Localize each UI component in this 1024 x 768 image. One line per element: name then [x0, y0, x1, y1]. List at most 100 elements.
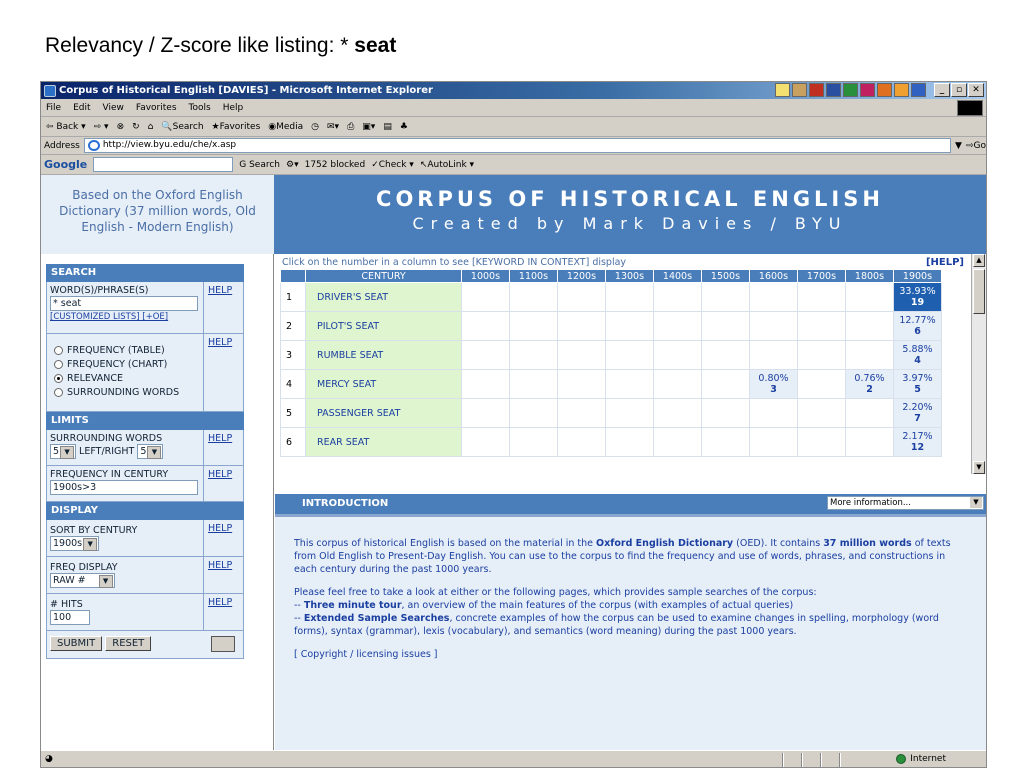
- century-cell: [605, 427, 654, 457]
- results-table: CENTURY 1000s 1100s 1200s 1300s 1400s 1500s 160…: [280, 269, 942, 457]
- taskbar-tray: [775, 83, 926, 97]
- cell-count-link[interactable]: 2: [846, 384, 893, 395]
- cell-count-link[interactable]: 7: [894, 413, 941, 424]
- popup-blocked-counter[interactable]: 1752 blocked: [305, 160, 366, 170]
- copyright-link[interactable]: [ Copyright / licensing issues ]: [294, 648, 966, 661]
- menu-view[interactable]: View: [103, 103, 124, 113]
- century-cell[interactable]: 33.93% 19: [893, 282, 942, 312]
- menu-tools[interactable]: Tools: [189, 103, 211, 113]
- scroll-thumb[interactable]: [973, 269, 985, 314]
- search-button[interactable]: 🔍Search: [161, 122, 203, 132]
- radio-button-checked[interactable]: [54, 373, 63, 383]
- radio-button[interactable]: [54, 387, 63, 397]
- results-help-link[interactable]: [HELP]: [926, 257, 964, 268]
- minimize-button[interactable]: _: [934, 83, 950, 97]
- scroll-down-arrow[interactable]: ▼: [973, 461, 985, 474]
- cell-count-link[interactable]: 19: [894, 297, 941, 308]
- word-icon[interactable]: [826, 83, 841, 97]
- menu-file[interactable]: File: [46, 103, 61, 113]
- century-cell[interactable]: 2.17% 12: [893, 427, 942, 457]
- century-cell[interactable]: 3.97% 5: [893, 369, 942, 399]
- menu-edit[interactable]: Edit: [73, 103, 90, 113]
- browser-window: Corpus of Historical English [DAVIES] - …: [40, 81, 987, 768]
- century-cell: [461, 369, 510, 399]
- three-minute-tour-link[interactable]: Three minute tour: [304, 600, 402, 611]
- maximize-button[interactable]: ▫: [951, 83, 967, 97]
- century-cell[interactable]: 12.77% 6: [893, 311, 942, 341]
- century-cell[interactable]: 0.80% 3: [749, 369, 798, 399]
- stop-icon[interactable]: ⊗: [117, 122, 125, 132]
- left-span-select[interactable]: 5: [50, 444, 77, 459]
- menu-help[interactable]: Help: [223, 103, 244, 113]
- back-button[interactable]: ⇦ Back ▾: [46, 122, 86, 132]
- address-input[interactable]: http://view.byu.edu/che/x.asp: [83, 138, 952, 153]
- century-cell: [509, 427, 558, 457]
- tray-icon[interactable]: [877, 83, 892, 97]
- help-link[interactable]: HELP: [203, 430, 243, 465]
- tray-icon[interactable]: [792, 83, 807, 97]
- extra-checkbox[interactable]: [211, 636, 235, 652]
- intro-paragraph: This corpus of historical English is bas…: [294, 538, 951, 575]
- right-span-select[interactable]: 5: [137, 444, 164, 459]
- edit-icon[interactable]: ▣▾: [362, 122, 375, 132]
- cell-count-link[interactable]: 4: [894, 355, 941, 366]
- submit-button[interactable]: SUBMIT: [50, 636, 103, 651]
- century-cell: [797, 369, 846, 399]
- tray-icon[interactable]: [809, 83, 824, 97]
- close-button[interactable]: ✕: [968, 83, 984, 97]
- row-word: PILOT'S SEAT: [305, 311, 462, 341]
- refresh-icon[interactable]: ↻: [132, 122, 140, 132]
- extended-sample-searches-link[interactable]: Extended Sample Searches: [304, 613, 450, 624]
- radio-button[interactable]: [54, 345, 63, 355]
- century-cell[interactable]: 5.88% 4: [893, 340, 942, 370]
- favorites-button[interactable]: ★Favorites: [212, 122, 261, 132]
- excel-icon[interactable]: [843, 83, 858, 97]
- cell-count-link[interactable]: 3: [750, 384, 797, 395]
- century-cell: [605, 369, 654, 399]
- menu-favorites[interactable]: Favorites: [136, 103, 177, 113]
- radio-button[interactable]: [54, 359, 63, 369]
- help-link[interactable]: HELP: [203, 466, 243, 501]
- tray-icon[interactable]: [911, 83, 926, 97]
- discuss-icon[interactable]: ▤: [383, 122, 392, 132]
- cell-count-link[interactable]: 5: [894, 384, 941, 395]
- word-phrase-input[interactable]: * seat: [50, 296, 198, 311]
- reset-button[interactable]: RESET: [105, 636, 152, 651]
- google-search-button[interactable]: G Search: [239, 160, 280, 170]
- row-word: REAR SEAT: [305, 427, 462, 457]
- century-cell[interactable]: 0.76% 2: [845, 369, 894, 399]
- more-information-select[interactable]: More information...: [827, 496, 984, 510]
- sort-by-century-select[interactable]: 1900s: [50, 536, 100, 551]
- cell-count-link[interactable]: 12: [894, 442, 941, 453]
- home-icon[interactable]: ⌂: [148, 122, 154, 132]
- autolink-button[interactable]: ↖AutoLink ▾: [420, 160, 474, 170]
- go-button[interactable]: ⇨Go: [966, 141, 986, 151]
- century-cell[interactable]: 2.20% 7: [893, 398, 942, 428]
- google-search-input[interactable]: [93, 157, 234, 172]
- help-link[interactable]: HELP: [203, 520, 243, 556]
- powerpoint-icon[interactable]: [860, 83, 875, 97]
- history-icon[interactable]: ◷: [311, 122, 319, 132]
- messenger-icon[interactable]: ♣: [400, 122, 408, 132]
- freq-display-select[interactable]: RAW #: [50, 573, 115, 588]
- century-cell: [845, 311, 894, 341]
- help-link[interactable]: HELP: [203, 594, 243, 630]
- tray-icon[interactable]: [894, 83, 909, 97]
- address-dropdown-icon[interactable]: ▼: [955, 141, 962, 151]
- frequency-in-century-input[interactable]: 1900s>3: [50, 480, 198, 495]
- help-link[interactable]: HELP: [203, 334, 243, 411]
- tray-icon[interactable]: [775, 83, 790, 97]
- spell-check-button[interactable]: ✓Check ▾: [371, 160, 414, 170]
- google-logo[interactable]: Google: [44, 158, 87, 171]
- scroll-up-arrow[interactable]: ▲: [973, 254, 985, 267]
- cell-count-link[interactable]: 6: [894, 326, 941, 337]
- google-options-icon[interactable]: ⚙▾: [286, 160, 299, 170]
- print-icon[interactable]: ⎙: [347, 122, 354, 132]
- help-link[interactable]: HELP: [203, 282, 243, 333]
- hits-input[interactable]: 100: [50, 610, 90, 625]
- media-button[interactable]: ◉Media: [268, 122, 303, 132]
- results-scrollbar[interactable]: ▲ ▼: [971, 254, 986, 474]
- mail-icon[interactable]: ✉▾: [327, 122, 339, 132]
- help-link[interactable]: HELP: [203, 557, 243, 593]
- forward-button[interactable]: ⇨ ▾: [94, 122, 109, 132]
